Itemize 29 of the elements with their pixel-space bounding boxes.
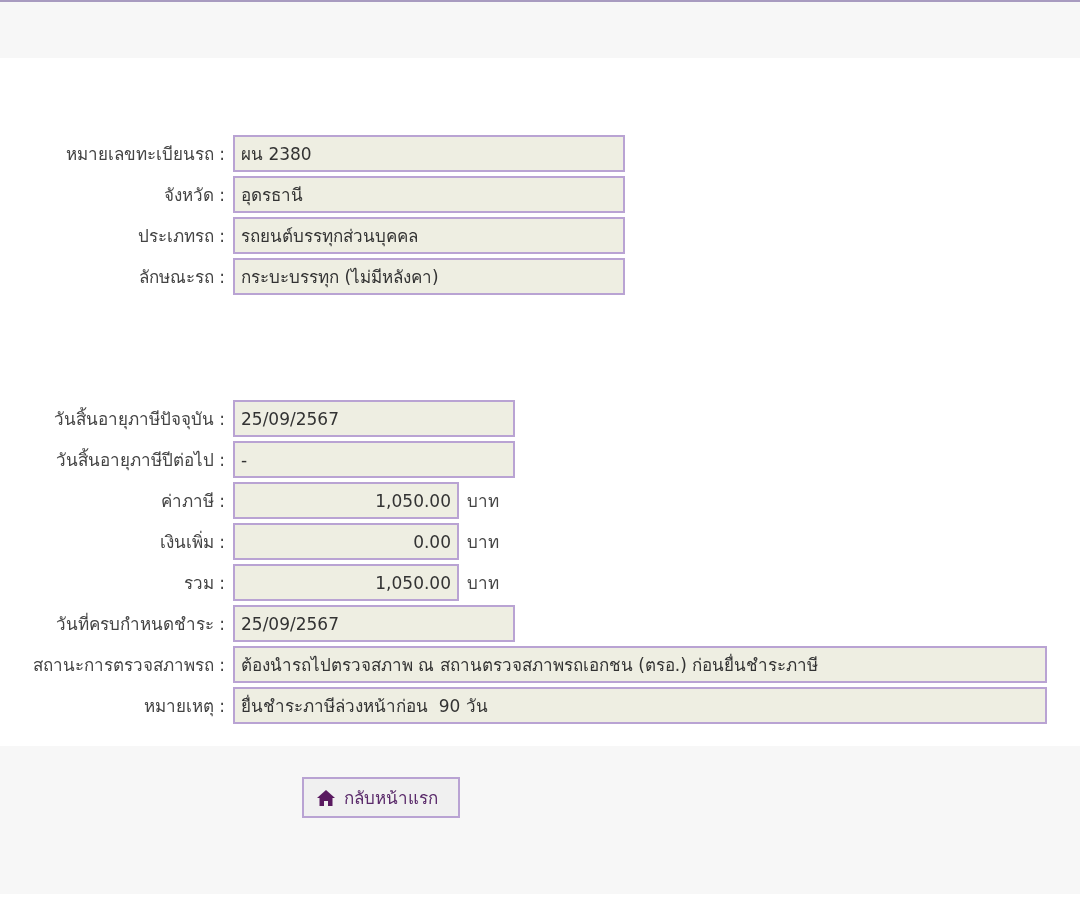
field-label: หมายเหตุ : [142, 695, 226, 719]
text-field[interactable]: รถยนต์บรรทุกส่วนบุคคล [233, 217, 625, 254]
home-button[interactable]: กลับหน้าแรก [302, 777, 460, 818]
text-field[interactable]: อุดรธานี [233, 176, 625, 213]
text-field[interactable]: ผน 2380 [233, 135, 625, 172]
text-field[interactable]: 1,050.00 [233, 564, 459, 601]
unit-label: บาท [467, 531, 499, 554]
field-label: วันที่ครบกำหนดชำระ : [54, 611, 226, 636]
text-field[interactable]: - [233, 441, 515, 478]
unit-label: บาท [467, 490, 499, 513]
text-field[interactable]: 25/09/2567 [233, 400, 515, 437]
field-label: ประเภทรถ : [136, 225, 226, 248]
text-field[interactable]: 1,050.00 [233, 482, 459, 519]
unit-label: บาท [467, 572, 499, 595]
text-field[interactable]: กระบะบรรทุก (ไม่มีหลังคา) [233, 258, 625, 295]
field-label: เงินเพิ่ม : [158, 529, 226, 554]
text-field[interactable]: ยื่นชำระภาษีล่วงหน้าก่อน 90 วัน [233, 687, 1047, 724]
field-label: วันสิ้นอายุภาษีปีต่อไป : [54, 447, 226, 473]
text-field[interactable]: 0.00 [233, 523, 459, 560]
field-label: วันสิ้นอายุภาษีปัจจุบัน : [52, 406, 226, 432]
field-label: ลักษณะรถ : [137, 266, 226, 289]
field-label: รวม : [182, 572, 226, 595]
field-label: สถานะการตรวจสภาพรถ : [31, 654, 226, 677]
field-label: ค่าภาษี : [159, 490, 226, 513]
home-icon [316, 788, 336, 807]
field-label: หมายเลขทะเบียนรถ : [64, 143, 226, 166]
text-field[interactable]: ต้องนำรถไปตรวจสภาพ ณ สถานตรวจสภาพรถเอกชน (ตรอ.) ก่อนยื่นชำระภาษี [233, 646, 1047, 683]
text-field[interactable]: 25/09/2567 [233, 605, 515, 642]
field-label: จังหวัด : [162, 184, 226, 207]
